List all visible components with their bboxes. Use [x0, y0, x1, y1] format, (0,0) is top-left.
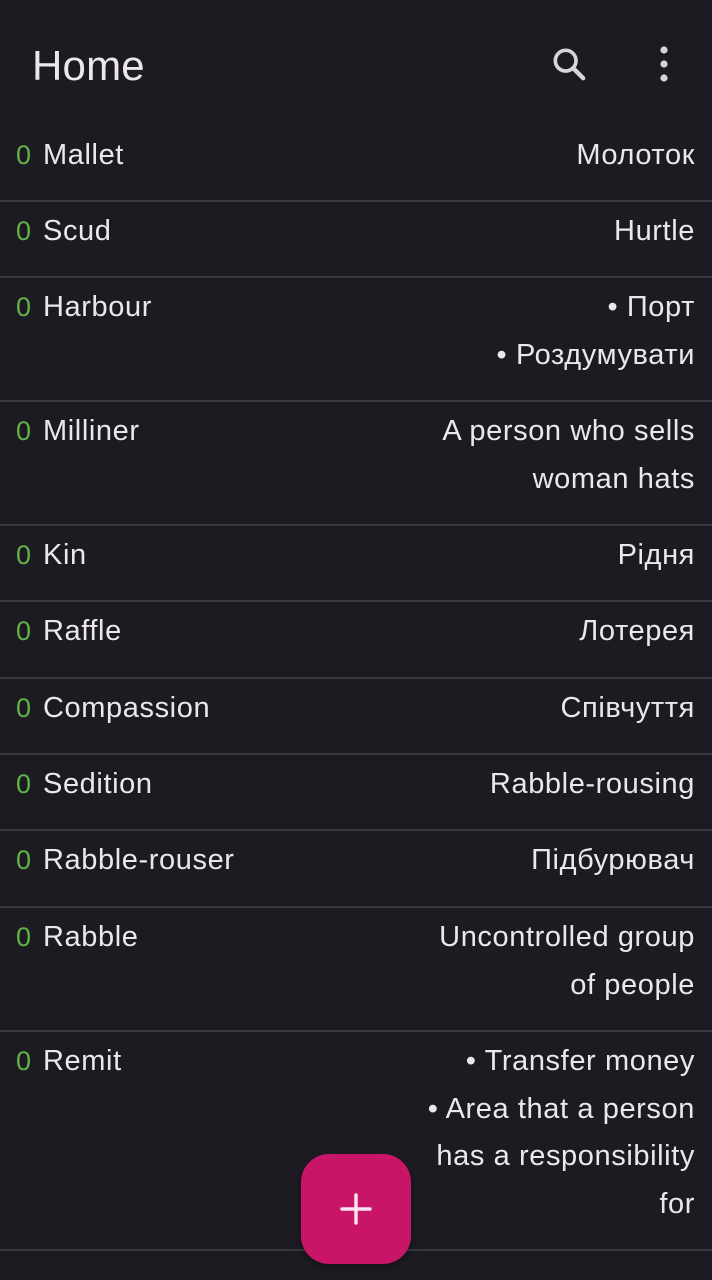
word-translation: Співчуття — [230, 685, 695, 733]
translation-line: Uncontrolled group — [439, 921, 695, 953]
learned-count: 0 — [16, 140, 32, 170]
word-term: Remit — [43, 1045, 122, 1077]
learned-count: 0 — [16, 292, 32, 322]
word-row[interactable]: 0 Kin Рідня — [0, 526, 712, 602]
translation-line: Підбурювач — [531, 844, 695, 876]
word-translation: Рідня — [107, 532, 695, 580]
translation-line: Rabble-rousing — [489, 768, 695, 800]
word-translation: A person who sells woman hats — [160, 408, 695, 503]
learned-count: 0 — [16, 845, 32, 875]
word-translation: Лотерея — [142, 608, 695, 656]
learned-count: 0 — [16, 769, 32, 799]
word-term: Scud — [43, 215, 112, 247]
learned-count: 0 — [16, 1046, 32, 1076]
word-term: Rabble — [43, 921, 139, 953]
translation-line: Hurtle — [614, 215, 695, 247]
word-row[interactable]: 0 Sedition Rabble-rousing — [0, 755, 712, 831]
translation-line: Співчуття — [560, 692, 695, 724]
word-term: Milliner — [43, 415, 140, 447]
translation-line: has a responsibility — [436, 1140, 695, 1172]
word-translation: Hurtle — [132, 208, 696, 256]
translation-line: Молоток — [576, 139, 695, 171]
word-translation: • Transfer money • Area that a person ha… — [142, 1038, 695, 1228]
search-icon — [553, 48, 586, 81]
learned-count: 0 — [16, 416, 32, 446]
word-row[interactable]: 0 Rabble-rouser Підбурювач — [0, 831, 712, 908]
word-translation: Rabble-rousing — [173, 761, 695, 809]
word-row[interactable]: 0 Mallet Молоток — [0, 126, 712, 202]
learned-count: 0 — [16, 693, 32, 723]
word-term: Sedition — [43, 768, 153, 800]
learned-count: 0 — [16, 540, 32, 570]
translation-line: • Area that a person — [427, 1092, 695, 1125]
word-translation: Молоток — [144, 132, 695, 180]
top-app-bar: Home — [0, 0, 712, 128]
page-title: Home — [32, 42, 145, 89]
word-term: Raffle — [43, 615, 122, 647]
translation-line: Рідня — [617, 539, 695, 571]
translation-line: • Transfer money — [465, 1045, 695, 1077]
word-translation: Uncontrolled group of people — [159, 914, 696, 1009]
translation-line: A person who sells — [442, 415, 695, 447]
word-list: 0 Mallet Молоток 0 Scud Hurtle 0 Harbour… — [0, 126, 712, 1251]
word-row[interactable]: 0 Harbour • Порт • Роздумувати — [0, 278, 712, 402]
word-term: Rabble-rouser — [43, 844, 235, 876]
word-row[interactable]: 0 Scud Hurtle — [0, 202, 712, 278]
learned-count: 0 — [16, 616, 32, 646]
word-translation: • Порт • Роздумувати — [172, 284, 695, 379]
add-word-button[interactable] — [301, 1154, 411, 1264]
word-row[interactable]: 0 Raffle Лотерея — [0, 602, 712, 679]
translation-line: Лотерея — [579, 615, 695, 647]
translation-line: • Роздумувати — [496, 338, 695, 371]
translation-line: woman hats — [532, 462, 695, 495]
learned-count: 0 — [16, 216, 32, 246]
learned-count: 0 — [16, 922, 32, 952]
search-button[interactable] — [539, 34, 599, 94]
translation-line: for — [659, 1187, 695, 1220]
word-term: Harbour — [43, 291, 152, 323]
word-term: Compassion — [43, 692, 211, 724]
plus-icon — [340, 1193, 372, 1225]
word-translation: Підбурювач — [255, 837, 695, 885]
word-row[interactable]: 0 Compassion Співчуття — [0, 679, 712, 755]
more-options-button[interactable] — [634, 34, 694, 94]
more-vertical-icon — [660, 46, 668, 82]
word-row[interactable]: 0 Milliner A person who sells woman hats — [0, 402, 712, 526]
word-term: Mallet — [43, 139, 124, 171]
translation-line: of people — [570, 968, 695, 1001]
translation-line: • Порт — [607, 291, 695, 323]
word-term: Kin — [43, 539, 87, 571]
word-row[interactable]: 0 Rabble Uncontrolled group of people — [0, 908, 712, 1032]
